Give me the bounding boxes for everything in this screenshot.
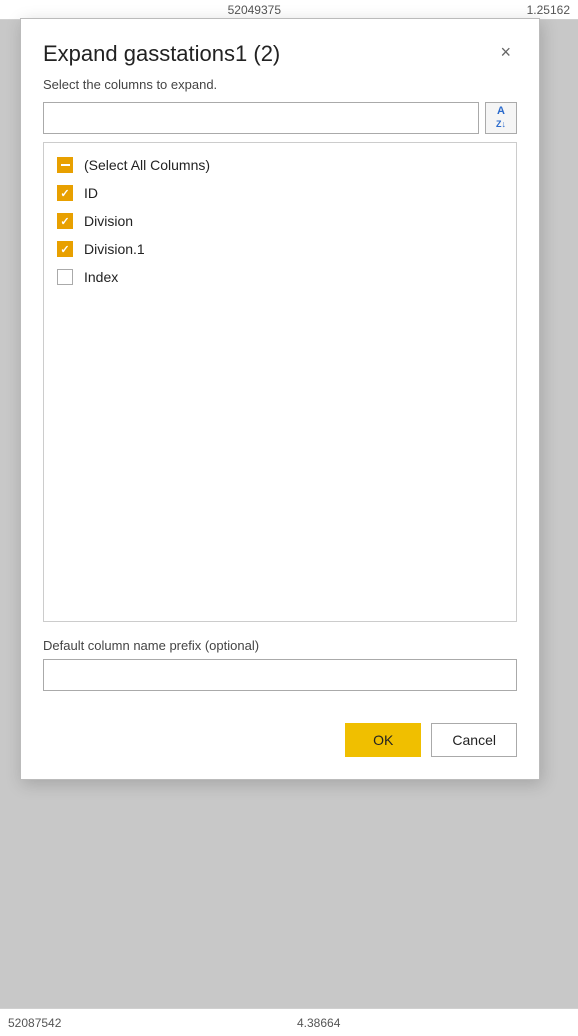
expand-columns-dialog: Expand gasstations1 (2) × Select the col… [20,18,540,780]
search-row: AZ↓ [43,102,517,134]
column-label-id: ID [84,185,98,201]
bg-cell-2: 1.25162 [289,3,578,17]
close-button[interactable]: × [494,41,517,63]
sort-az-icon: AZ↓ [496,105,506,131]
column-label-select-all: (Select All Columns) [84,157,210,173]
modal-body: Select the columns to expand. AZ↓ (Selec… [21,77,539,707]
column-item-division[interactable]: Division [44,207,516,235]
column-item-division1[interactable]: Division.1 [44,235,516,263]
column-label-division: Division [84,213,133,229]
prefix-section: Default column name prefix (optional) [43,638,517,691]
prefix-input[interactable] [43,659,517,691]
checkbox-unchecked-icon-index [57,269,73,285]
column-label-division1: Division.1 [84,241,145,257]
checkbox-division [56,212,74,230]
checkbox-checked-icon-division [57,213,73,229]
modal-title: Expand gasstations1 (2) [43,41,280,67]
search-input[interactable] [43,102,479,134]
modal-subtitle: Select the columns to expand. [43,77,517,92]
column-item-index[interactable]: Index [44,263,516,291]
column-item-select-all[interactable]: (Select All Columns) [44,151,516,179]
cancel-button[interactable]: Cancel [431,723,517,757]
checkbox-checked-icon [57,185,73,201]
checkbox-id [56,184,74,202]
checkbox-select-all [56,156,74,174]
columns-list: (Select All Columns) ID Division [43,142,517,622]
checkbox-checked-icon-division1 [57,241,73,257]
prefix-label: Default column name prefix (optional) [43,638,517,653]
checkbox-index [56,268,74,286]
modal-header: Expand gasstations1 (2) × [21,19,539,77]
checkbox-division1 [56,240,74,258]
sort-button[interactable]: AZ↓ [485,102,517,134]
checkbox-indeterminate-icon [57,157,73,173]
bg-bottom-cell-1: 52087542 [0,1016,289,1030]
bg-cell-1: 52049375 [0,3,289,17]
column-item-id[interactable]: ID [44,179,516,207]
bg-bottom-cell-2: 4.38664 [289,1016,578,1030]
modal-footer: OK Cancel [21,707,539,779]
ok-button[interactable]: OK [345,723,421,757]
column-label-index: Index [84,269,118,285]
